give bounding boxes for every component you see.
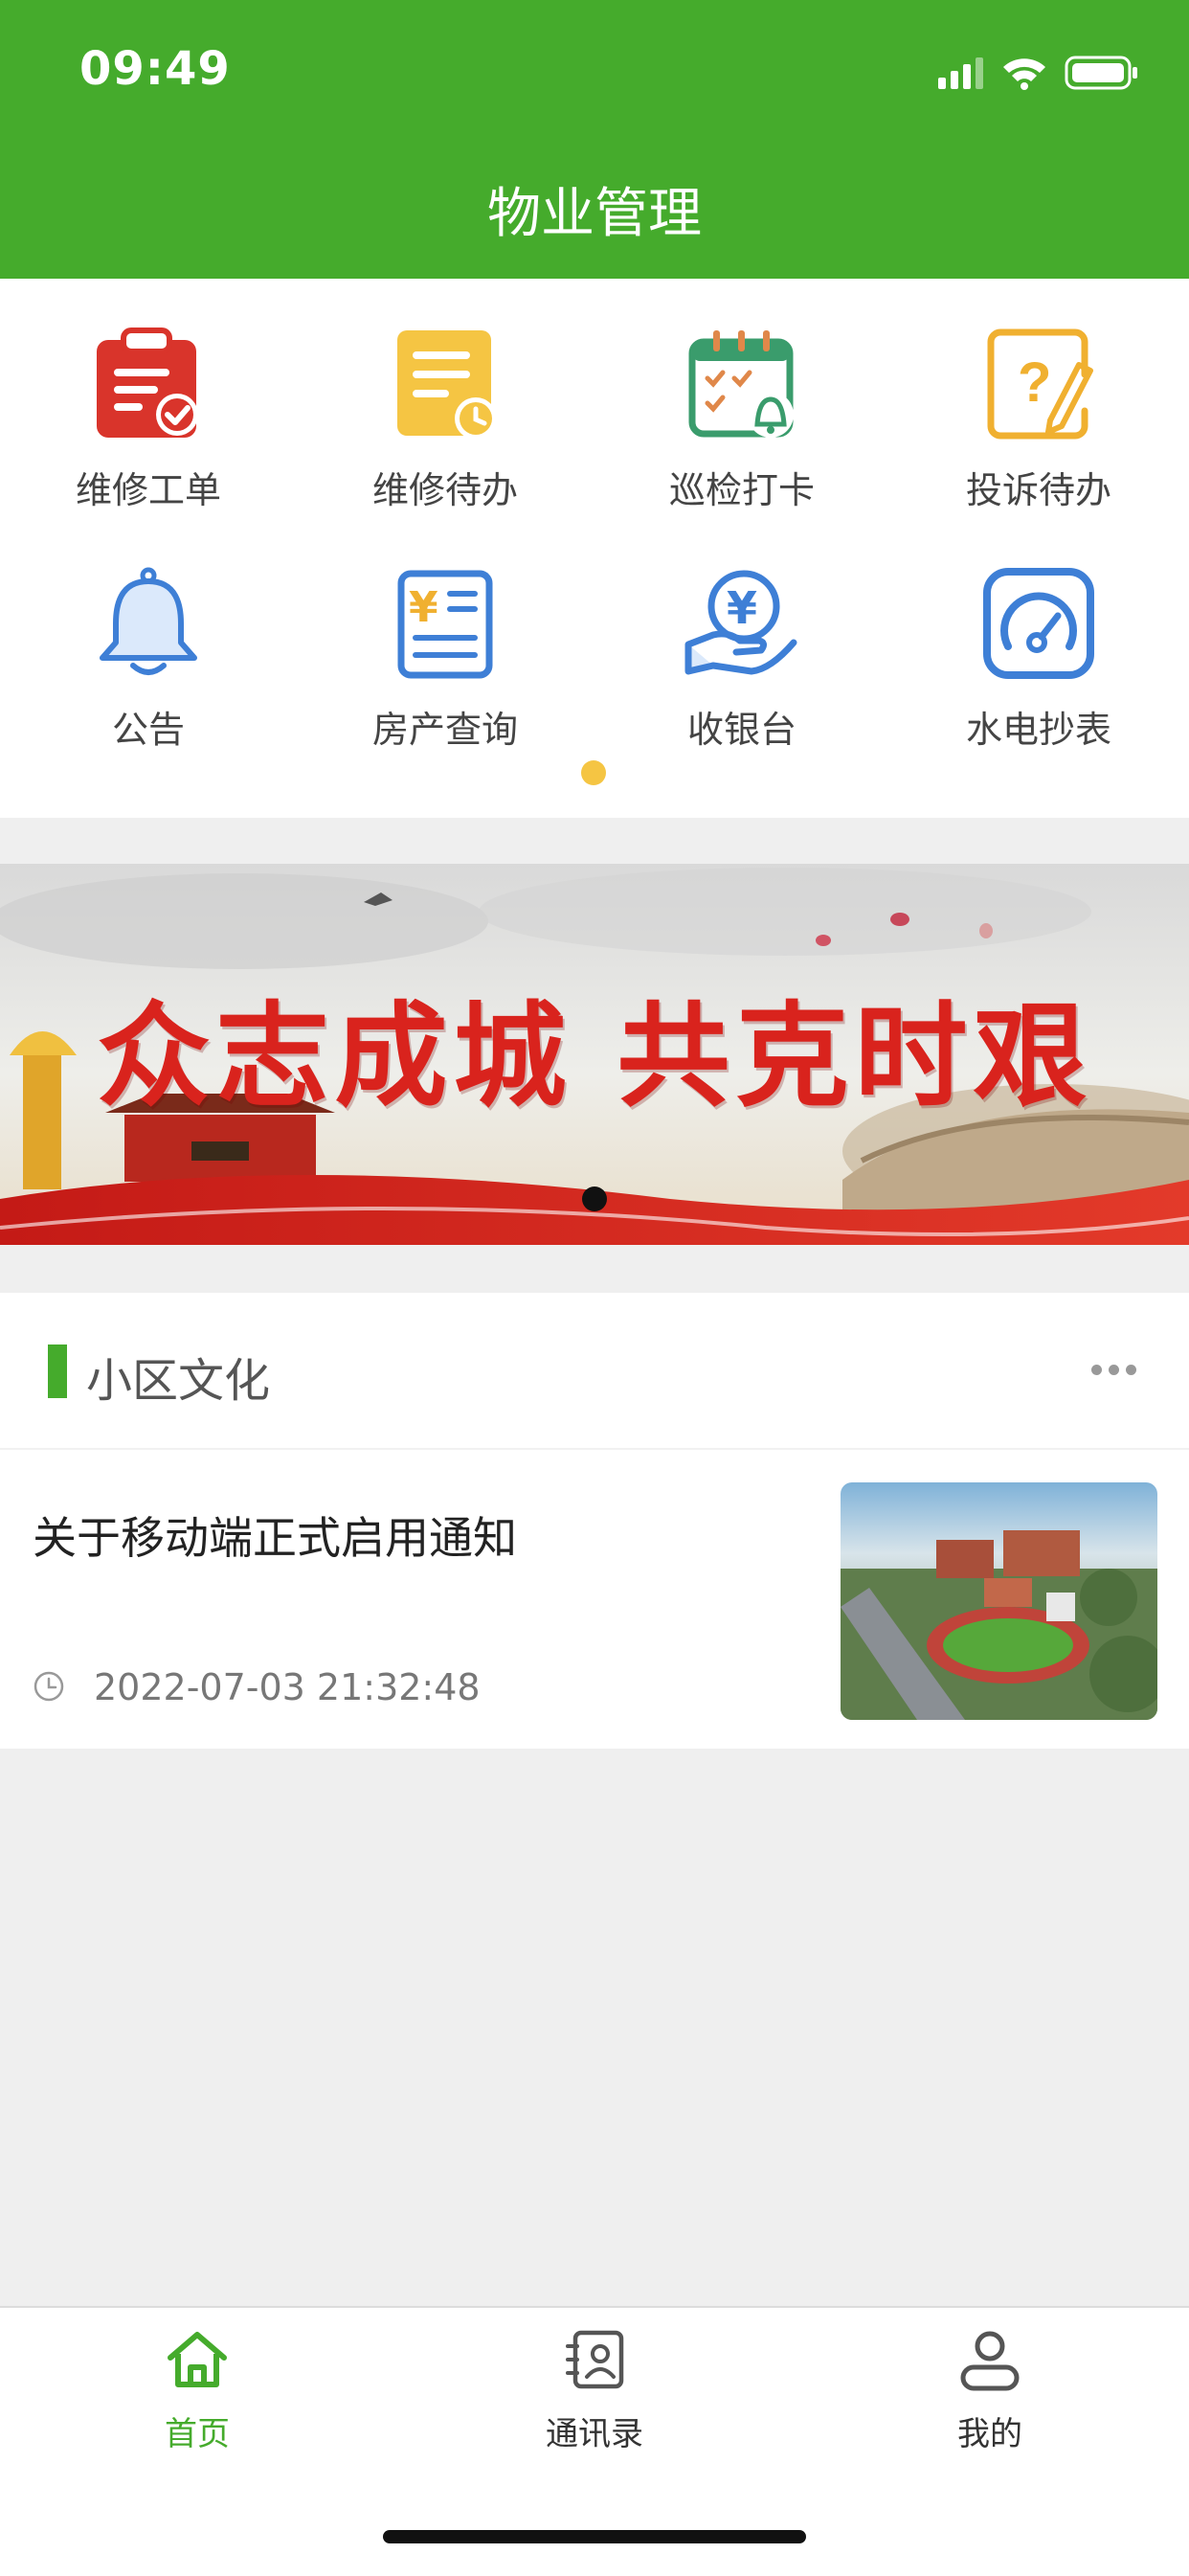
status-time: 09:49 <box>79 42 231 96</box>
repair-todo-icon <box>397 330 497 440</box>
function-property-query[interactable]: ¥ 房产查询 <box>297 518 594 751</box>
function-complaint-todo[interactable]: ? 投诉待办 <box>890 279 1187 511</box>
campus-aerial-image <box>841 1482 1157 1720</box>
news-thumbnail[interactable] <box>841 1482 1157 1720</box>
tab-profile[interactable]: 我的 <box>894 2327 1086 2461</box>
wifi-icon <box>1003 58 1045 90</box>
meter-reading-icon <box>983 568 1094 679</box>
function-repair-order[interactable]: 维修工单 <box>0 279 297 511</box>
function-label: 维修待办 <box>371 469 518 511</box>
tab-label: 首页 <box>165 2415 230 2453</box>
function-label: 房产查询 <box>371 709 518 751</box>
function-cashier[interactable]: ¥ 收银台 <box>594 518 890 751</box>
battery-icon <box>1065 56 1137 90</box>
function-announcement[interactable]: 公告 <box>0 518 297 751</box>
function-label: 公告 <box>111 709 185 751</box>
function-label: 水电抄表 <box>965 709 1111 751</box>
status-icons <box>936 54 1139 92</box>
section-accent-bar <box>48 1344 67 1398</box>
function-meter-reading[interactable]: 水电抄表 <box>890 518 1187 751</box>
contacts-icon <box>566 2330 624 2389</box>
repair-order-icon <box>97 328 198 438</box>
complaint-todo-icon: ? <box>987 328 1093 440</box>
svg-text:?: ? <box>1018 351 1051 414</box>
grid-page-indicator[interactable] <box>581 760 606 785</box>
page-title: 物业管理 <box>487 183 702 245</box>
tab-label: 通讯录 <box>546 2415 643 2453</box>
function-label: 巡检打卡 <box>668 469 815 511</box>
tab-home[interactable]: 首页 <box>101 2327 293 2461</box>
function-grid: 维修工单 维修待办 巡检打卡 ? 投诉待办 公告 ¥ 房产查询 ¥ 收银台 水电… <box>0 279 1189 818</box>
function-label: 投诉待办 <box>965 469 1111 511</box>
banner-page-indicator[interactable] <box>582 1186 607 1211</box>
tab-label: 我的 <box>957 2415 1022 2453</box>
svg-text:¥: ¥ <box>409 583 438 632</box>
function-label: 收银台 <box>686 709 796 751</box>
patrol-checkin-icon <box>688 330 794 438</box>
clock-icon <box>34 1671 64 1702</box>
function-patrol-checkin[interactable]: 巡检打卡 <box>594 279 890 511</box>
property-query-icon: ¥ <box>397 570 493 679</box>
news-timestamp: 2022-07-03 21:32:48 <box>94 1666 481 1708</box>
signal-icon <box>938 57 983 89</box>
function-repair-todo[interactable]: 维修待办 <box>297 279 594 511</box>
home-icon <box>168 2332 227 2387</box>
banner-slogan: 众志成城 共克时艰 <box>97 989 1092 1122</box>
home-indicator <box>383 2530 806 2543</box>
more-icon[interactable] <box>1091 1360 1137 1379</box>
cashier-icon: ¥ <box>684 570 797 675</box>
section-title: 小区文化 <box>86 1354 271 1408</box>
profile-icon <box>960 2331 1020 2391</box>
function-label: 维修工单 <box>75 469 221 511</box>
svg-text:¥: ¥ <box>727 582 757 634</box>
tab-contacts[interactable]: 通讯录 <box>499 2327 690 2461</box>
news-title: 关于移动端正式启用通知 <box>33 1512 517 1564</box>
bell-icon <box>100 567 197 675</box>
